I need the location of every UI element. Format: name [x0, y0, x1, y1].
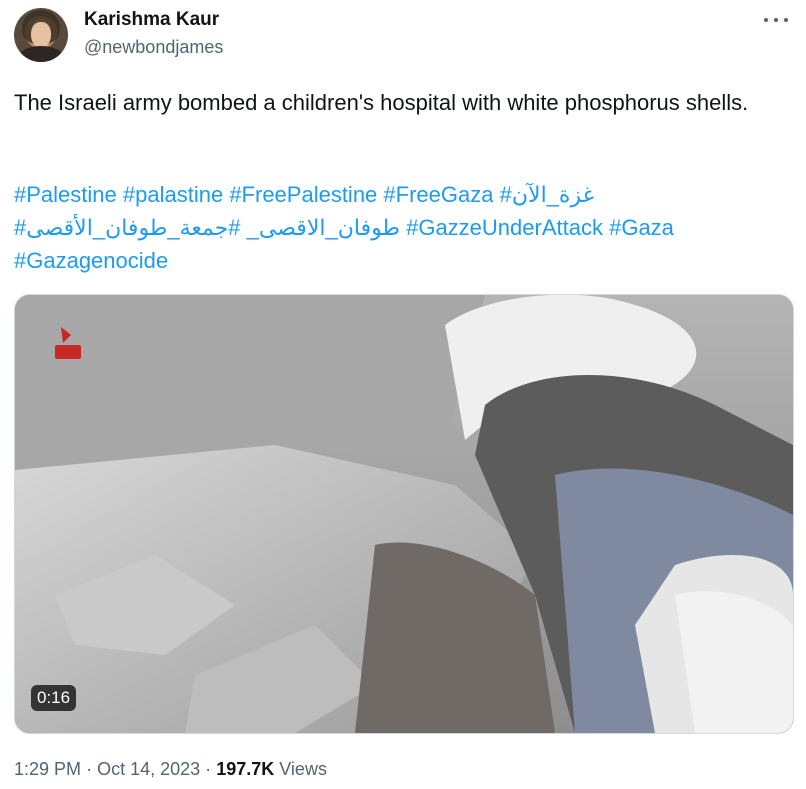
video-player[interactable]: 0:16 [14, 294, 794, 734]
hashtag[interactable]: #FreeGaza [383, 182, 493, 207]
more-dot [774, 18, 778, 22]
author-handle[interactable]: @newbondjames [84, 36, 223, 58]
hashtag[interactable]: #غزة_الآن [500, 182, 594, 207]
hashtag[interactable]: #GazzeUnderAttack [406, 215, 603, 240]
hashtag[interactable]: #palastine [123, 182, 223, 207]
tweet-card: Karishma Kaur @newbondjames The Israeli … [0, 0, 806, 789]
hashtag[interactable]: #FreePalestine [229, 182, 377, 207]
avatar-face [31, 22, 51, 48]
hashtag-line-1: #Palestine #palastine #FreePalestine #Fr… [14, 178, 784, 211]
avatar[interactable] [14, 8, 68, 62]
more-dot [764, 18, 768, 22]
hashtag[interactable]: #Gazagenocide [14, 248, 168, 273]
tweet-date[interactable]: Oct 14, 2023 [97, 759, 200, 779]
hashtag[interactable]: #Gaza [609, 215, 674, 240]
tweet-text: The Israeli army bombed a children's hos… [14, 90, 749, 115]
video-duration: 0:16 [31, 685, 77, 711]
views-label: Views [279, 759, 327, 779]
hashtag-line-3: #Gazagenocide [14, 244, 784, 277]
hashtag[interactable]: #Palestine [14, 182, 117, 207]
more-dot [784, 18, 788, 22]
tweet-time[interactable]: 1:29 PM [14, 759, 81, 779]
hashtags: #Palestine #palastine #FreePalestine #Fr… [14, 178, 784, 277]
meta-separator: · [86, 759, 93, 779]
avatar-shoulders [18, 46, 64, 62]
hashtag-line-2: #طوفان_الاقصى_ #جمعة_طوفان_الأقصى #Gazze… [14, 211, 784, 244]
video-frame [15, 295, 793, 733]
author-name[interactable]: Karishma Kaur [84, 9, 219, 31]
views-count[interactable]: 197.7K [216, 759, 274, 779]
hashtag[interactable]: #جمعة_طوفان_الأقصى [26, 215, 240, 240]
meta-separator: · [205, 759, 212, 779]
tweet-meta: 1:29 PM · Oct 14, 2023 · 197.7K Views [14, 758, 327, 780]
more-options-icon[interactable] [764, 10, 788, 30]
